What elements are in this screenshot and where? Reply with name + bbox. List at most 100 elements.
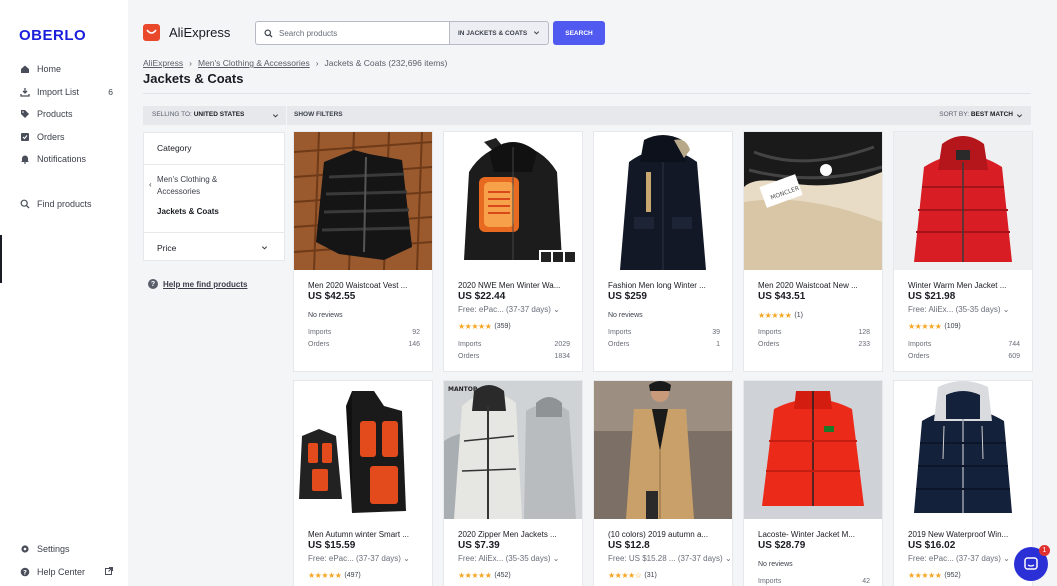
product-card[interactable]: Men Autumn winter Smart ... US $15.59 Fr…: [293, 380, 433, 586]
category-parent-link[interactable]: Men's Clothing & Accessories: [157, 174, 257, 197]
breadcrumb-link-aliexpress[interactable]: AliExpress: [143, 58, 183, 68]
price-filter-toggle[interactable]: Price: [157, 243, 176, 253]
imports-stat: Imports 2029: [458, 341, 570, 348]
product-price: US $259: [608, 291, 647, 302]
product-image[interactable]: [594, 381, 732, 519]
product-card[interactable]: 2020 NWE Men Winter Wa... US $22.44 Free…: [443, 131, 583, 372]
sidebar-item-products[interactable]: Products: [0, 103, 128, 126]
star-rating-icon: ★★★★☆: [608, 571, 642, 580]
product-image[interactable]: [744, 381, 882, 519]
orders-label: Orders: [758, 341, 780, 348]
chevron-down-icon[interactable]: [1016, 112, 1023, 119]
divider: [144, 232, 284, 233]
product-card[interactable]: MANTOP 2020 Zipper Men Jackets ... US $7…: [443, 380, 583, 586]
product-card[interactable]: (10 colors) 2019 autumn a... US $12.8 Fr…: [593, 380, 733, 586]
breadcrumb-separator: ›: [315, 58, 319, 68]
sidebar-item-home[interactable]: Home: [0, 58, 128, 81]
product-card[interactable]: Men 2020 Waistcoat Vest ... US $42.55 No…: [293, 131, 433, 372]
review-count: (31): [644, 572, 657, 579]
orders-label: Orders: [608, 341, 630, 348]
product-card[interactable]: Lacoste- Winter Jacket M... US $28.79 No…: [743, 380, 883, 586]
product-reviews: No reviews: [608, 312, 643, 319]
product-name[interactable]: Men 2020 Waistcoat Vest ...: [308, 281, 424, 290]
selling-to-select[interactable]: SELLING TO: UNITED STATES: [152, 111, 244, 118]
search-button[interactable]: SEARCH: [553, 21, 605, 45]
external-link-icon: [105, 566, 113, 577]
product-price: US $43.51: [758, 291, 806, 302]
sidebar-item-label: Products: [37, 109, 73, 120]
review-count: (952): [944, 572, 961, 579]
breadcrumb: AliExpress › Men's Clothing & Accessorie…: [143, 58, 447, 68]
shipping-select[interactable]: Free: US $15.28 ... (37-37 days) ⌄: [608, 554, 732, 563]
product-price: US $12.8: [608, 540, 650, 551]
product-reviews: No reviews: [308, 312, 343, 319]
sidebar-item-find-products[interactable]: Find products: [0, 193, 128, 216]
product-image[interactable]: MANTOP: [444, 381, 582, 519]
product-image[interactable]: [594, 132, 732, 270]
help-find-products-link[interactable]: ? Help me find products: [148, 279, 247, 289]
imports-value: 744: [1008, 341, 1020, 348]
orders-icon: [19, 131, 30, 142]
product-image[interactable]: MONCLER: [744, 132, 882, 270]
product-rating: ★★★★★ (109): [908, 322, 961, 331]
product-name[interactable]: 2020 NWE Men Winter Wa...: [458, 281, 574, 290]
sidebar-item-import-list[interactable]: Import List 6: [0, 81, 128, 104]
svg-text:?: ?: [23, 568, 27, 576]
review-count: (1): [794, 312, 803, 319]
product-card[interactable]: Fashion Men long Winter ... US $259 No r…: [593, 131, 733, 372]
product-image[interactable]: [444, 132, 582, 270]
sort-by-select[interactable]: SORT BY: BEST MATCH: [939, 111, 1013, 118]
search-scope-select[interactable]: IN JACKETS & COATS: [449, 21, 549, 45]
product-name[interactable]: Winter Warm Men Jacket ...: [908, 281, 1024, 290]
orders-stat: Orders 146: [308, 341, 420, 348]
shipping-select[interactable]: Free: ePac... (37-37 days) ⌄: [908, 554, 1010, 563]
imports-stat: Imports 128: [758, 329, 870, 336]
star-rating-icon: ★★★★★: [308, 571, 342, 580]
shipping-select[interactable]: Free: ePac... (37-37 days) ⌄: [308, 554, 410, 563]
product-rating: ★★★★★ (952): [908, 571, 961, 580]
product-name[interactable]: Men 2020 Waistcoat New ...: [758, 281, 874, 290]
shipping-select[interactable]: Free: AliEx... (35-35 days) ⌄: [458, 554, 559, 563]
show-filters-button[interactable]: SHOW FILTERS: [294, 111, 343, 118]
chevron-left-icon[interactable]: ‹: [149, 180, 152, 189]
product-name[interactable]: Lacoste- Winter Jacket M...: [758, 530, 874, 539]
chevron-down-icon[interactable]: [272, 112, 279, 119]
imports-value: 42: [862, 578, 870, 585]
product-name[interactable]: (10 colors) 2019 autumn a...: [608, 530, 724, 539]
breadcrumb-link-mens-clothing[interactable]: Men's Clothing & Accessories: [198, 58, 310, 68]
product-image[interactable]: [294, 381, 432, 519]
svg-text:MANTOP: MANTOP: [448, 386, 478, 393]
imports-stat: Imports 42: [758, 578, 870, 585]
search-input[interactable]: [279, 28, 439, 38]
product-card[interactable]: Winter Warm Men Jacket ... US $21.98 Fre…: [893, 131, 1033, 372]
product-image[interactable]: [894, 132, 1032, 270]
product-card[interactable]: MONCLER Men 2020 Waistcoat New ... US $4…: [743, 131, 883, 372]
orders-value: 1: [716, 341, 720, 348]
chevron-down-icon[interactable]: [261, 244, 268, 251]
filter-bar: SELLING TO: UNITED STATES SHOW FILTERS S…: [143, 106, 1031, 125]
product-card[interactable]: 2019 New Waterproof Win... US $16.02 Fre…: [893, 380, 1033, 586]
oberlo-logo[interactable]: OBERLO: [19, 27, 86, 44]
product-name[interactable]: 2019 New Waterproof Win...: [908, 530, 1024, 539]
imports-label: Imports: [758, 578, 782, 585]
product-name[interactable]: Men Autumn winter Smart ...: [308, 530, 424, 539]
shipping-select[interactable]: Free: AliEx... (35-35 days) ⌄: [908, 305, 1009, 314]
sidebar-item-notifications[interactable]: Notifications: [0, 148, 128, 171]
category-current[interactable]: Jackets & Coats: [157, 207, 219, 216]
orders-stat: Orders 609: [908, 353, 1020, 360]
sidebar-item-orders[interactable]: Orders: [0, 126, 128, 149]
star-rating-icon: ★★★★★: [908, 322, 942, 331]
product-name[interactable]: Fashion Men long Winter ...: [608, 281, 724, 290]
imports-value: 92: [412, 329, 420, 336]
search-box[interactable]: [255, 21, 449, 45]
product-name[interactable]: 2020 Zipper Men Jackets ...: [458, 530, 574, 539]
sidebar-item-settings[interactable]: Settings: [0, 538, 128, 561]
category-heading: Category: [157, 143, 192, 153]
page-title: Jackets & Coats: [143, 71, 244, 86]
shipping-select[interactable]: Free: ePac... (37-37 days) ⌄: [458, 305, 560, 314]
selling-to-label: SELLING TO:: [152, 111, 192, 118]
sidebar-item-help-center[interactable]: ? Help Center: [0, 561, 128, 584]
imports-label: Imports: [458, 341, 482, 348]
product-image[interactable]: [894, 381, 1032, 519]
product-image[interactable]: [294, 132, 432, 270]
